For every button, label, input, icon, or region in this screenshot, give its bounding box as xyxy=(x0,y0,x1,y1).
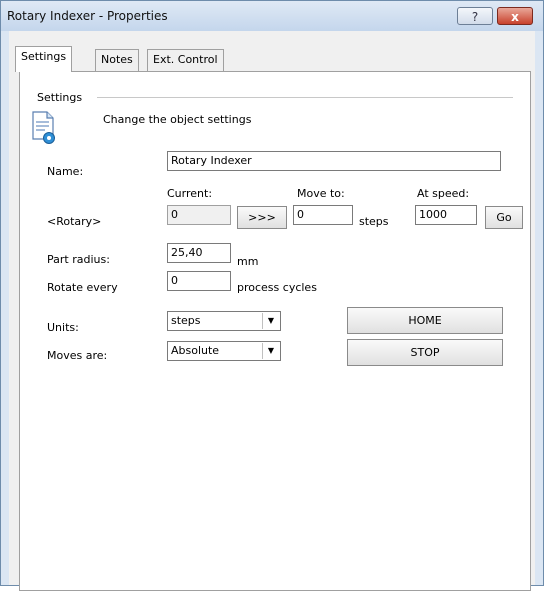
close-button[interactable]: x xyxy=(497,7,533,25)
window-title: Rotary Indexer - Properties xyxy=(7,9,168,23)
name-input[interactable]: Rotary Indexer xyxy=(167,151,501,171)
settings-document-icon xyxy=(32,111,55,144)
name-label: Name: xyxy=(47,165,84,178)
moves-are-select[interactable]: Absolute ▼ xyxy=(167,341,281,361)
tab-ext-control[interactable]: Ext. Control xyxy=(147,49,224,71)
close-icon: x xyxy=(511,10,519,24)
stop-button[interactable]: STOP xyxy=(347,339,503,366)
rotate-every-label: Rotate every xyxy=(47,281,118,294)
axis-label: <Rotary> xyxy=(47,215,102,228)
tab-settings[interactable]: Settings xyxy=(15,46,73,72)
part-radius-label: Part radius: xyxy=(47,253,110,266)
move-to-input[interactable]: 0 xyxy=(293,205,353,225)
units-select[interactable]: steps ▼ xyxy=(167,311,281,331)
tab-notes[interactable]: Notes xyxy=(95,49,139,71)
moves-selected-value: Absolute xyxy=(171,344,220,357)
units-selected-value: steps xyxy=(171,314,201,327)
go-button[interactable]: Go xyxy=(485,206,523,229)
rotate-every-input[interactable]: 0 xyxy=(167,271,231,291)
part-radius-input[interactable]: 25,40 xyxy=(167,243,231,263)
units-label: Units: xyxy=(47,321,79,334)
at-speed-header: At speed: xyxy=(417,187,470,200)
move-button[interactable]: >>> xyxy=(237,206,287,229)
settings-description: Change the object settings xyxy=(103,113,252,126)
group-divider xyxy=(97,97,513,98)
chevron-down-icon: ▼ xyxy=(262,343,279,359)
current-header: Current: xyxy=(167,187,213,200)
properties-window: Rotary Indexer - Properties ? x Settings… xyxy=(0,0,544,591)
home-button[interactable]: HOME xyxy=(347,307,503,334)
steps-unit-label: steps xyxy=(359,215,389,228)
move-to-header: Move to: xyxy=(297,187,345,200)
speed-input[interactable]: 1000 xyxy=(415,205,477,225)
rotate-every-unit: process cycles xyxy=(237,281,317,294)
help-icon: ? xyxy=(471,10,479,24)
part-radius-unit: mm xyxy=(237,255,259,268)
chevron-down-icon: ▼ xyxy=(262,313,279,329)
current-position-field: 0 xyxy=(167,205,231,225)
moves-are-label: Moves are: xyxy=(47,349,108,362)
help-button[interactable]: ? xyxy=(457,7,493,25)
settings-group-title: Settings xyxy=(37,91,83,104)
title-bar[interactable]: Rotary Indexer - Properties ? x xyxy=(1,1,543,31)
